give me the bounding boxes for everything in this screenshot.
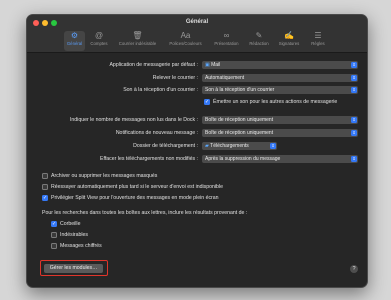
new-mail-sound-row: Son à la réception d'un courrier : [27,86,198,95]
tab-rules[interactable]: ☰ Règles [307,31,329,51]
remove-downloads-label: Effacer les téléchargements non modifiés… [100,156,198,162]
help-button[interactable]: ? [350,265,358,273]
chevron-updown-icon: ⇕ [351,117,357,123]
tab-composing[interactable]: ✎ Rédaction [246,31,272,51]
compose-icon: ✎ [255,31,263,40]
split-view-label: Privilégier Split View pour l'ouverture … [51,194,219,201]
check-mail-label: Relever le courrier : [152,75,198,81]
remove-downloads-popup[interactable]: Après la suppression du message ⇕ [202,155,358,163]
general-settings-panel: Application de messagerie par défaut : ▣… [27,53,367,287]
play-sounds-checkbox[interactable]: ✓ [204,99,210,105]
dock-unread-label: Indiquer le nombre de messages non lus d… [69,117,198,123]
glasses-icon: ∞ [223,31,230,40]
gear-icon: ⚙ [70,31,79,40]
notifications-popup[interactable]: Boîte de réception uniquement ⇕ [202,129,358,137]
new-mail-sound-label: Son à la réception d'un courrier : [123,87,198,93]
retry-send-checkbox[interactable] [42,184,48,190]
dock-unread-row: Indiquer le nombre de messages non lus d… [27,116,198,125]
chevron-updown-icon: ⇕ [351,62,357,68]
fonts-icon: Aa [180,31,191,40]
dock-unread-popup[interactable]: Boîte de réception uniquement ⇕ [202,116,358,124]
chevron-updown-icon: ⇕ [351,156,357,162]
preferences-window: Général ⚙ Général @ Comptes 🗑 Courrier i… [26,14,368,288]
chevron-updown-icon: ⇕ [351,130,357,136]
signature-icon: ✍ [284,31,294,40]
toolbar: Général ⚙ Général @ Comptes 🗑 Courrier i… [27,15,367,53]
manage-plugins-button[interactable]: Gérer les modules… [44,263,103,273]
new-mail-sound-popup[interactable]: Son à la réception d'un courrier ⇕ [202,86,358,94]
tab-junk[interactable]: 🗑 Courrier indésirable [113,31,162,51]
downloads-folder-row: Dossier de téléchargement : [27,142,198,151]
notifications-row: Notifications de nouveau message : [27,129,198,138]
default-app-popup[interactable]: ▣ Mail ⇕ [202,61,358,69]
encrypted-label: Messages chiffrés [60,242,102,249]
trash-checkbox[interactable]: ✓ [51,221,57,227]
chevron-updown-icon: ⇕ [270,143,276,149]
tab-fonts[interactable]: Aa Polices/Couleurs [165,31,206,51]
window-title: Général [185,19,209,25]
retry-send-label: Réessayer automatiquement plus tard si l… [51,183,223,190]
play-sounds-label: Émettre un son pour les autres actions d… [213,98,338,105]
remove-downloads-row: Effacer les téléchargements non modifiés… [27,155,198,164]
tab-viewing[interactable]: ∞ Présentation [209,31,244,51]
rules-icon: ☰ [314,31,322,40]
chevron-updown-icon: ⇕ [351,75,357,81]
at-icon: @ [94,31,104,40]
split-view-checkbox[interactable]: ✓ [42,195,48,201]
trash-label: Corbeille [60,220,81,227]
junk-mail-icon: 🗑 [132,31,143,40]
encrypted-checkbox[interactable] [51,243,57,249]
search-heading: Pour les recherches dans toutes les boît… [42,210,248,216]
tab-signatures[interactable]: ✍ Signatures [274,31,304,51]
check-mail-row: Relever le courrier : [27,74,198,83]
notifications-label: Notifications de nouveau message : [115,130,198,136]
archive-hidden-label: Archiver ou supprimer les messages masqu… [51,172,158,179]
downloads-folder-popup[interactable]: ▰ Téléchargements ⇕ [202,142,277,150]
tab-accounts[interactable]: @ Comptes [87,31,111,51]
default-app-row: Application de messagerie par défaut : [27,61,198,70]
archive-hidden-checkbox[interactable] [42,173,48,179]
chevron-updown-icon: ⇕ [351,87,357,93]
junk-checkbox[interactable] [51,232,57,238]
junk-label: Indésirables [60,231,88,238]
default-app-label: Application de messagerie par défaut : [109,62,198,68]
check-mail-popup[interactable]: Automatiquement ⇕ [202,74,358,82]
tab-general[interactable]: ⚙ Général [64,31,85,51]
downloads-folder-label: Dossier de téléchargement : [133,143,198,149]
